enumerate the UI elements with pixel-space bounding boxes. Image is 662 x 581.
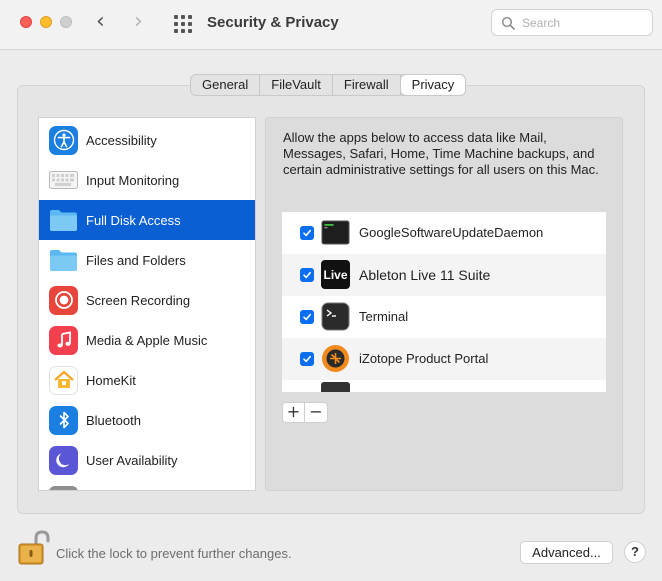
bluetooth-icon [49, 405, 78, 435]
ableton-live-icon-text: Live [323, 267, 348, 282]
partial-sidebar-icon [49, 486, 78, 490]
sidebar-item-label: Input Monitoring [86, 172, 180, 188]
tab-filevault[interactable]: FileVault [260, 75, 333, 95]
terminal-icon [321, 302, 350, 331]
sidebar-item-full-disk-access[interactable]: Full Disk Access [39, 200, 255, 240]
help-button[interactable]: ? [624, 541, 646, 563]
checkbox-checked-icon[interactable] [300, 352, 314, 366]
checkbox-checked-icon[interactable] [300, 310, 314, 324]
search-icon [501, 16, 515, 30]
sidebar-item-input-monitoring[interactable]: Input Monitoring [39, 160, 255, 200]
back-arrow-icon[interactable]: ‹ [96, 10, 105, 34]
folder-icon [49, 246, 78, 275]
tab-bar: General FileVault Firewall Privacy [190, 74, 467, 96]
advanced-button[interactable]: Advanced... [520, 541, 613, 564]
lock-status-text: Click the lock to prevent further change… [56, 546, 292, 561]
sidebar-item-label: User Availability [86, 452, 178, 468]
screen-recording-icon [49, 285, 78, 315]
ableton-live-icon: Live [321, 260, 350, 289]
remove-app-button[interactable]: − [305, 403, 327, 422]
window-title: Security & Privacy [207, 14, 339, 31]
checkbox-checked-icon[interactable] [300, 268, 314, 282]
app-name: Ableton Live 11 Suite [359, 267, 491, 283]
app-row-izotope-portal[interactable]: iZotope Product Portal [282, 338, 606, 380]
tab-firewall[interactable]: Firewall [333, 75, 401, 95]
sidebar-item-bluetooth[interactable]: Bluetooth [39, 400, 255, 440]
sidebar-item-media-apple-music[interactable]: Media & Apple Music [39, 320, 255, 360]
sidebar-item-homekit[interactable]: HomeKit [39, 360, 255, 400]
close-window-button[interactable] [20, 16, 32, 28]
checkbox-checked-icon[interactable] [300, 226, 314, 240]
izotope-icon [321, 344, 350, 373]
app-row-terminal[interactable]: Terminal [282, 296, 606, 338]
title-bar: ‹ › Security & Privacy [0, 0, 662, 50]
home-icon [49, 365, 78, 395]
tab-general[interactable]: General [191, 75, 261, 95]
app-name: Terminal [359, 309, 409, 324]
search-input[interactable] [522, 14, 642, 32]
accessibility-icon [49, 125, 78, 155]
app-name: iZotope Product Portal [359, 351, 489, 366]
sidebar-item-screen-recording[interactable]: Screen Recording [39, 280, 255, 320]
show-all-grid-icon[interactable] [174, 15, 192, 33]
sidebar-item-label: Bluetooth [86, 412, 141, 428]
sidebar-item-user-availability[interactable]: User Availability [39, 440, 255, 480]
zoom-window-button[interactable] [60, 16, 72, 28]
sidebar-item-label: Accessibility [86, 132, 157, 148]
keyboard-icon [49, 166, 78, 195]
terminal-exec-icon [321, 218, 350, 247]
forward-arrow-icon[interactable]: › [134, 10, 143, 34]
privacy-category-list: Accessibility Input Monitoring Full Disk… [38, 117, 256, 491]
tab-privacy[interactable]: Privacy [400, 75, 466, 95]
partial-app-icon [321, 382, 350, 392]
folder-icon [49, 206, 78, 235]
app-row-ableton-live[interactable]: Live Ableton Live 11 Suite [282, 254, 606, 296]
sidebar-item-label: Screen Recording [86, 292, 191, 308]
add-app-button[interactable]: + [283, 403, 305, 422]
app-row-partial [282, 380, 606, 392]
sidebar-item-label: HomeKit [86, 372, 136, 388]
moon-icon [49, 445, 78, 475]
app-row-google-software-update[interactable]: GoogleSoftwareUpdateDaemon [282, 212, 606, 254]
minimize-window-button[interactable] [40, 16, 52, 28]
sidebar-item-label: Media & Apple Music [86, 332, 208, 348]
app-name: GoogleSoftwareUpdateDaemon [359, 225, 544, 240]
sidebar-item-label: Full Disk Access [86, 212, 181, 228]
sidebar-item-accessibility[interactable]: Accessibility [39, 120, 255, 160]
music-icon [49, 325, 78, 355]
search-field[interactable] [491, 9, 653, 36]
access-description: Allow the apps below to access data like… [283, 130, 599, 177]
unlocked-padlock-icon[interactable] [17, 530, 51, 566]
add-remove-control: + − [282, 402, 328, 423]
app-list: GoogleSoftwareUpdateDaemon Live Ableton … [282, 212, 606, 392]
sidebar-item-label: Files and Folders [86, 252, 186, 268]
sidebar-item-files-and-folders[interactable]: Files and Folders [39, 240, 255, 280]
